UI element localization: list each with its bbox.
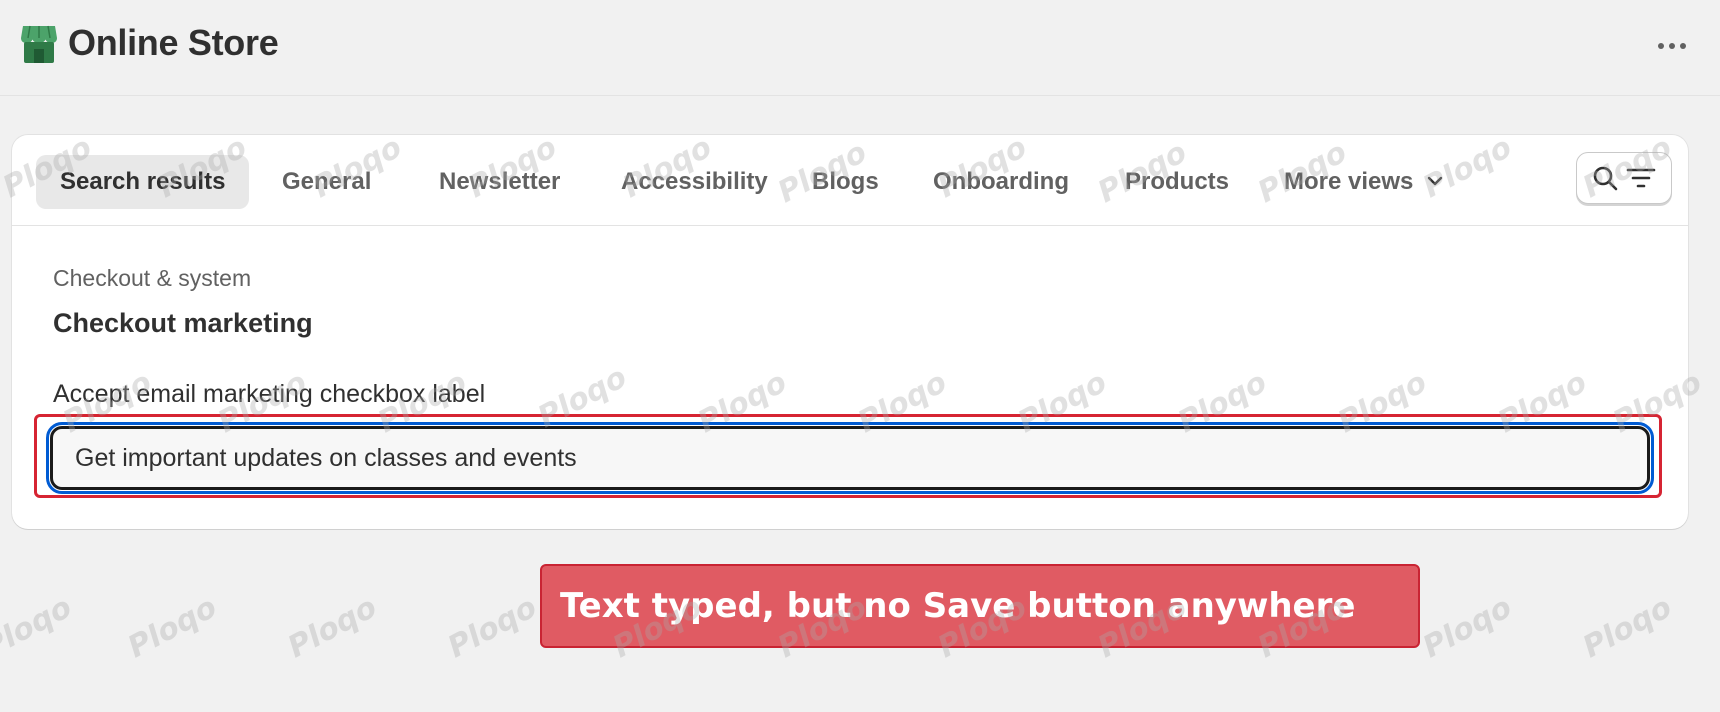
search-icon [1593, 166, 1618, 191]
page-title: Online Store [68, 22, 279, 63]
storefront-icon [21, 25, 57, 63]
tab-newsletter[interactable]: Newsletter [415, 155, 584, 209]
section-subtitle: Checkout & system [53, 265, 252, 291]
watermark: Ploqo [1417, 589, 1518, 666]
watermark: Ploqo [122, 589, 223, 666]
horizontal-dots-icon [1658, 43, 1686, 49]
tab-search-results[interactable]: Search results [36, 155, 250, 209]
tab-more-views[interactable]: More views [1260, 155, 1468, 209]
tab-accessibility[interactable]: Accessibility [597, 155, 792, 209]
tab-products[interactable]: Products [1101, 155, 1253, 209]
chevron-down-icon [1427, 176, 1443, 185]
watermark: Ploqo [442, 589, 543, 666]
app-header: Online Store [0, 0, 1720, 96]
filter-lines-icon [1626, 168, 1656, 188]
tab-blogs[interactable]: Blogs [788, 155, 903, 209]
field-label: Accept email marketing checkbox label [53, 380, 486, 408]
more-actions-button[interactable] [1650, 30, 1694, 62]
view-tabs: Search results General Newsletter Access… [12, 135, 1688, 226]
search-filter-button[interactable] [1576, 152, 1672, 204]
watermark: Ploqo [1577, 589, 1678, 666]
section-title: Checkout marketing [53, 308, 313, 338]
annotation-banner: Text typed, but no Save button anywhere [540, 564, 1420, 648]
watermark: Ploqo [0, 589, 78, 666]
tab-onboarding[interactable]: Onboarding [909, 155, 1093, 209]
tab-more-views-label: More views [1284, 168, 1414, 195]
watermark: Ploqo [282, 589, 383, 666]
translation-card: Search results General Newsletter Access… [12, 135, 1688, 529]
checkbox-label-input[interactable] [46, 422, 1654, 494]
tab-general[interactable]: General [258, 155, 395, 209]
